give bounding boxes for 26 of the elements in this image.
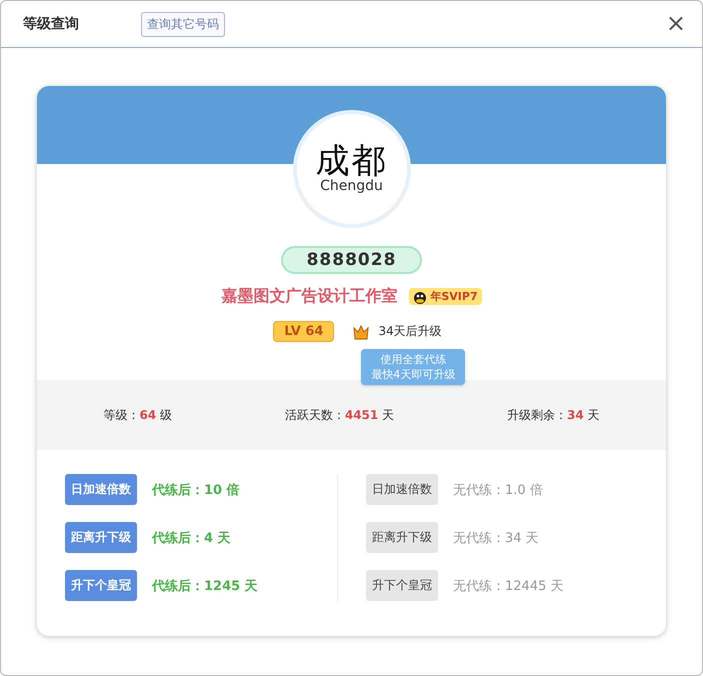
account-name: 嘉墨图文广告设计工作室 bbox=[221, 286, 398, 307]
row-value: 代练后：1245 天 bbox=[152, 578, 258, 594]
row-value: 无代练：34 天 bbox=[453, 530, 539, 546]
upgrade-text: 34天后升级 bbox=[378, 323, 442, 340]
row-label: 距离升下级 bbox=[65, 522, 137, 553]
stat-text: 升级剩余：34 天 bbox=[506, 406, 600, 424]
stat-text: 等级：64 级 bbox=[103, 406, 172, 424]
account-number: 8888028 bbox=[280, 246, 422, 274]
row-label: 日加速倍数 bbox=[65, 474, 137, 505]
crown-icon bbox=[352, 322, 370, 340]
row-value: 代练后：10 倍 bbox=[152, 482, 240, 498]
tooltip: 使用全套代练 最快4天即可升级 bbox=[361, 349, 466, 385]
level-badge: LV 64 bbox=[273, 321, 334, 342]
dialog-title: 等级查询 bbox=[23, 15, 80, 33]
row-value: 无代练：12445 天 bbox=[453, 578, 564, 594]
row-label: 日加速倍数 bbox=[366, 474, 438, 505]
row-label: 距离升下级 bbox=[366, 522, 438, 553]
row-label: 升下个皇冠 bbox=[65, 570, 137, 601]
row-label: 升下个皇冠 bbox=[366, 570, 438, 601]
query-other-number-button[interactable]: 查询其它号码 bbox=[141, 12, 225, 36]
row-value: 代练后：4 天 bbox=[152, 530, 231, 546]
row-value: 无代练：1.0 倍 bbox=[453, 482, 543, 498]
close-button[interactable]: × bbox=[662, 9, 690, 37]
vip-badge: 年SVIP7 bbox=[409, 288, 482, 305]
stat-text: 活跃天数：4451 天 bbox=[284, 406, 394, 424]
penguin-icon bbox=[413, 290, 428, 304]
